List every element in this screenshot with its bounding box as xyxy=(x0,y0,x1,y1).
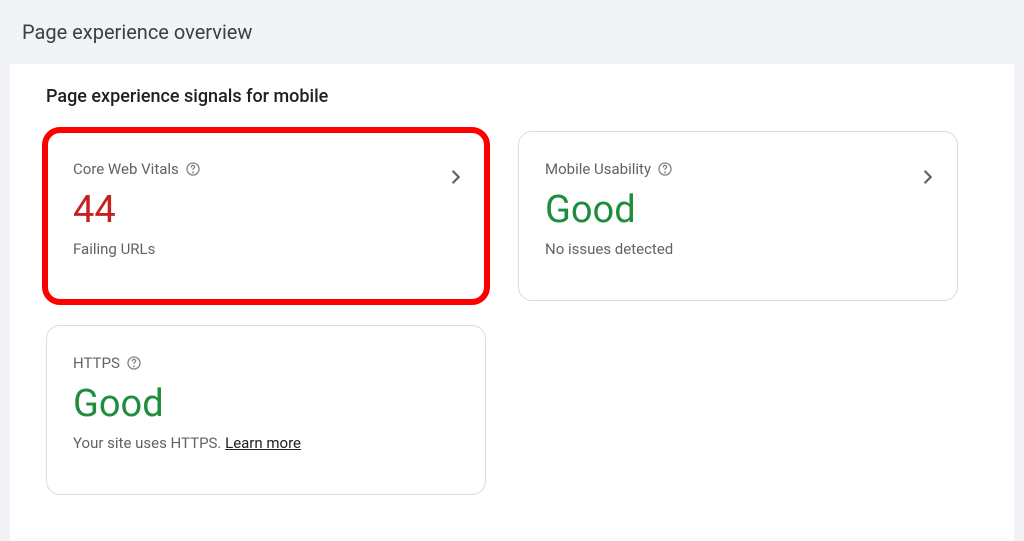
cards-row-1: Core Web Vitals 44 Failing URLs xyxy=(46,131,978,301)
help-icon[interactable] xyxy=(657,161,673,177)
learn-more-link[interactable]: Learn more xyxy=(225,434,301,452)
card-header: Mobile Usability xyxy=(545,160,931,178)
https-card[interactable]: HTTPS Good Your site uses HTTPS. Learn m… xyxy=(46,325,486,495)
card-value: Good xyxy=(73,384,459,426)
page-title: Page experience overview xyxy=(0,0,1024,64)
core-web-vitals-card[interactable]: Core Web Vitals 44 Failing URLs xyxy=(46,131,486,301)
card-header: HTTPS xyxy=(73,354,459,372)
chevron-right-icon xyxy=(917,166,939,188)
content-area: Page experience signals for mobile Core … xyxy=(10,64,1014,541)
card-title: Core Web Vitals xyxy=(73,160,179,178)
card-subtext: No issues detected xyxy=(545,240,931,258)
help-icon[interactable] xyxy=(126,355,142,371)
chevron-right-icon xyxy=(445,166,467,188)
card-subtext: Failing URLs xyxy=(73,240,459,258)
card-title: Mobile Usability xyxy=(545,160,651,178)
card-title: HTTPS xyxy=(73,354,120,372)
help-icon[interactable] xyxy=(185,161,201,177)
section-title: Page experience signals for mobile xyxy=(46,86,978,107)
card-value: 44 xyxy=(73,190,459,232)
subtext-prefix: Your site uses HTTPS. xyxy=(73,434,225,452)
card-subtext: Your site uses HTTPS. Learn more xyxy=(73,434,459,452)
card-header: Core Web Vitals xyxy=(73,160,459,178)
cards-row-2: HTTPS Good Your site uses HTTPS. Learn m… xyxy=(46,325,978,495)
card-value: Good xyxy=(545,190,931,232)
mobile-usability-card[interactable]: Mobile Usability Good No issues detected xyxy=(518,131,958,301)
